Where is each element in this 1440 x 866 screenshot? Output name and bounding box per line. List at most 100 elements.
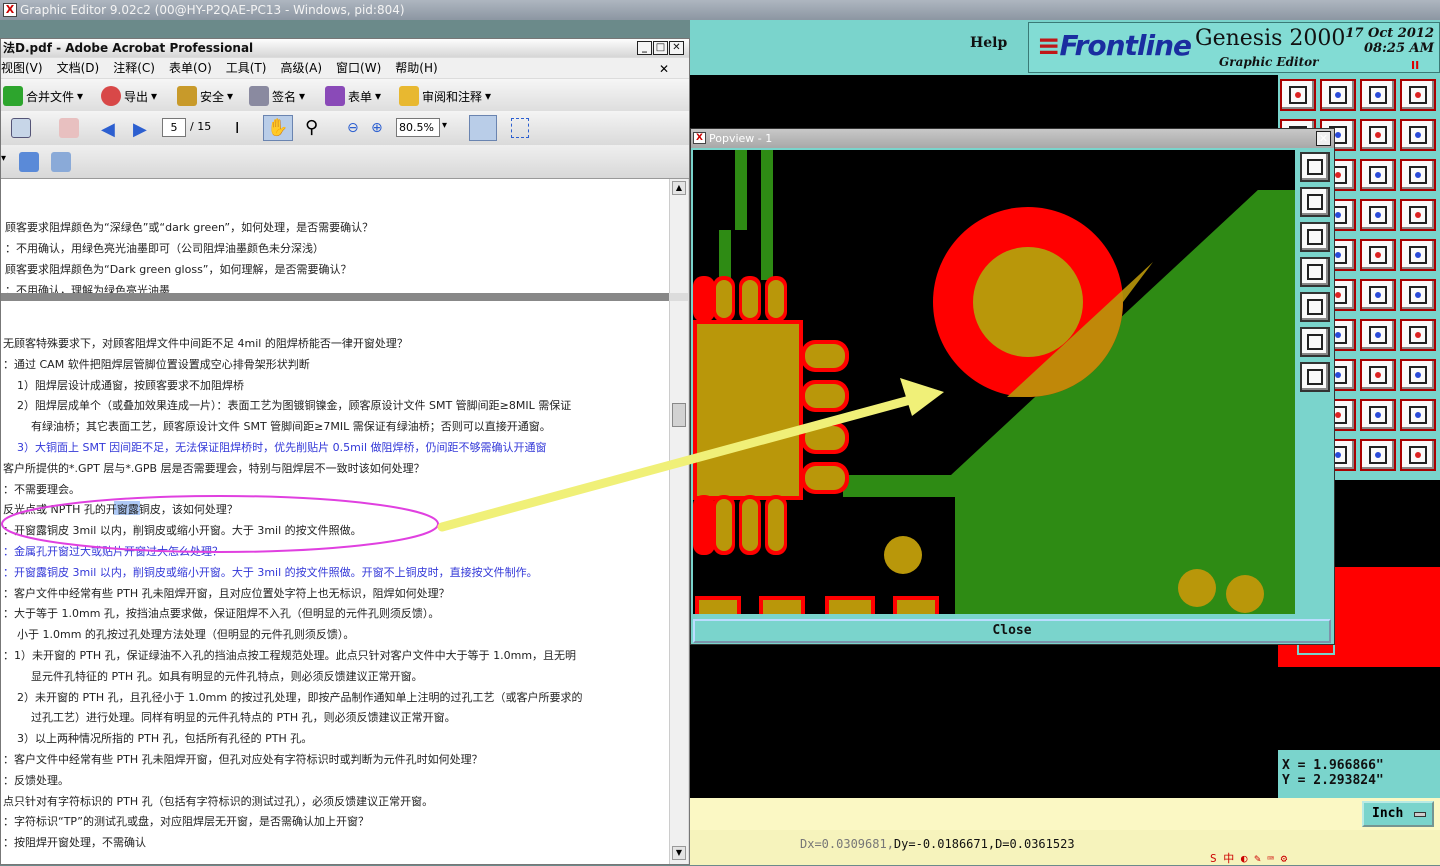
sign-button[interactable]: 签名 ▾ xyxy=(249,86,305,106)
pop-in-icon[interactable] xyxy=(1300,257,1330,287)
menu-item[interactable]: 工具(T) xyxy=(226,61,267,75)
help-icon[interactable] xyxy=(1400,159,1436,191)
frontline-lines-icon: ≡ xyxy=(1037,29,1060,62)
popview-title: Popview - 1 xyxy=(709,132,773,145)
pad-icon[interactable] xyxy=(1400,199,1436,231)
next-page-icon[interactable]: ▶ xyxy=(133,119,147,140)
save-icon[interactable] xyxy=(1320,79,1356,111)
pages-icon[interactable] xyxy=(51,152,71,172)
forms-button[interactable]: 表单 ▾ xyxy=(325,86,381,106)
via-1 xyxy=(884,536,922,574)
review-button[interactable]: 审阅和注释 ▾ xyxy=(399,86,491,106)
popview-close-button[interactable]: Close xyxy=(693,619,1331,643)
zoom-level-input[interactable]: 80.5% xyxy=(396,118,440,137)
shape-icon[interactable] xyxy=(1360,319,1396,351)
scroll-down-icon: ▼ xyxy=(672,846,686,860)
minimize-button[interactable]: _ xyxy=(637,41,652,55)
main-window-title-bar: X Graphic Editor 9.02c2 (00@HY-P2QAE-PC1… xyxy=(0,0,1440,20)
menu-item[interactable]: 帮助(H) xyxy=(395,61,437,75)
save-icon[interactable] xyxy=(1400,359,1436,391)
mirror-icon[interactable] xyxy=(1360,279,1396,311)
pop-pan-icon[interactable] xyxy=(1300,362,1330,392)
zoom-tool-icon[interactable]: ⚲ xyxy=(305,117,318,138)
upper-scrollbar[interactable]: ▲ xyxy=(669,179,688,293)
doc-text-line: ：开窗露铜皮 3mil 以内，削铜皮或缩小开窗。大于 3mil 的按文件照做。 xyxy=(3,524,362,538)
maximize-button[interactable]: □ xyxy=(653,41,668,55)
layer-icon[interactable] xyxy=(1400,119,1436,151)
cut-icon[interactable] xyxy=(1400,239,1436,271)
popview-title-bar: X Popview - 1 ✕ xyxy=(691,129,1334,148)
main-scrollbar[interactable]: ▼ xyxy=(669,301,688,864)
bookmark-icon[interactable] xyxy=(19,152,39,172)
fit-page-icon[interactable] xyxy=(469,115,497,141)
pause-icon[interactable]: II xyxy=(1411,59,1419,72)
doc-text-line: ：不用确认，用绿色亮光油墨即可（公司阻焊油墨颜色未分深浅） xyxy=(5,242,324,255)
units-button[interactable]: Inch xyxy=(1362,801,1434,827)
merge-files-button[interactable]: 合并文件 ▾ xyxy=(3,86,83,106)
hand-tool-icon[interactable]: ✋ xyxy=(263,115,293,141)
export-button[interactable]: 导出 ▾ xyxy=(101,86,157,106)
security-button[interactable]: 安全 ▾ xyxy=(177,86,233,106)
genesis-command-bar[interactable]: Inch xyxy=(690,798,1440,830)
pop-zoom-icon[interactable] xyxy=(1300,327,1330,357)
zoom-dropdown-icon[interactable]: ▾ xyxy=(442,120,447,131)
popview-close-icon[interactable]: ✕ xyxy=(1316,131,1331,146)
acrobat-title-bar: 法D.pdf - Adobe Acrobat Professional _ □ … xyxy=(1,39,689,57)
move-icon[interactable] xyxy=(1360,399,1396,431)
doc-text-line: ：开窗露铜皮 3mil 以内，削铜皮或缩小开窗。大于 3mil 的按文件照做。开… xyxy=(3,565,538,579)
copy-icon[interactable] xyxy=(1400,399,1436,431)
clock-date: 17 Oct 2012 xyxy=(1345,26,1434,41)
select-icon[interactable] xyxy=(1360,439,1396,471)
window-icon[interactable] xyxy=(1400,79,1436,111)
status-measure: Dy=-0.0186671,D=0.0361523 xyxy=(893,837,1075,851)
rotate-icon[interactable] xyxy=(1360,119,1396,151)
help-button[interactable]: Help xyxy=(970,35,1007,51)
ime-toolbar-icon[interactable]: S 中 ◐ ✎ ⌨ ⚙ xyxy=(1210,850,1287,865)
full-screen-icon[interactable] xyxy=(511,118,529,138)
doc-text-line: 顾客要求阻焊颜色为“深绿色”或“dark green”，如何处理，是否需要确认？ xyxy=(5,221,374,234)
scale-icon[interactable] xyxy=(1360,159,1396,191)
genesis-header: Help ≡Frontline Genesis 2000 Graphic Edi… xyxy=(690,20,1440,75)
status-measure-cut: Dx=0.0309681, xyxy=(800,837,894,851)
page-number-input[interactable]: 5 xyxy=(162,118,186,137)
stretch-icon[interactable] xyxy=(1400,279,1436,311)
netlist-icon[interactable] xyxy=(1360,199,1396,231)
measure-icon[interactable] xyxy=(1400,439,1436,471)
prev-page-icon[interactable]: ◀ xyxy=(101,119,115,140)
menu-item[interactable]: 表单(O) xyxy=(169,61,212,75)
menu-item[interactable]: 高级(A) xyxy=(280,61,322,75)
popview-window: X Popview - 1 ✕ Close xyxy=(690,128,1335,645)
doc-text-line: 3）以上两种情况所指的 PTH 孔，包括所有孔径的 PTH 孔。 xyxy=(17,732,313,746)
popview-canvas[interactable] xyxy=(693,150,1295,614)
pop-import-icon[interactable] xyxy=(1300,222,1330,252)
select-text-icon[interactable]: I xyxy=(235,119,239,137)
doc-text-line: 点只针对有字符标识的 PTH 孔（包括有字符标识的测试过孔），必须反馈建议正常开… xyxy=(3,794,434,808)
doc-text-line: 顾客要求阻焊颜色为“Dark green gloss”，如何理解，是否需要确认？ xyxy=(5,263,352,276)
menu-item[interactable]: 文档(D) xyxy=(57,61,100,75)
print-icon[interactable] xyxy=(59,118,79,138)
close-button[interactable]: ✕ xyxy=(669,41,684,55)
pop-out-icon[interactable] xyxy=(1300,292,1330,322)
menu-item[interactable]: 注释(C) xyxy=(113,61,155,75)
line-icon[interactable] xyxy=(1360,239,1396,271)
doc-text-line: ：不需要理会。 xyxy=(3,482,80,496)
tool-icon[interactable] xyxy=(11,118,31,138)
home-icon[interactable] xyxy=(1360,79,1396,111)
open-icon[interactable] xyxy=(1360,359,1396,391)
zoom-in-icon[interactable]: ⊕ xyxy=(371,120,383,136)
toolbar-expander-icon[interactable]: ▾ xyxy=(1,153,6,164)
document-close-icon[interactable]: ✕ xyxy=(659,59,669,79)
acrobat-title: 法D.pdf - Adobe Acrobat Professional xyxy=(3,41,254,55)
doc-text-line: 反光点或 NPTH 孔的开窗露铜皮，该如何处理？ xyxy=(3,503,238,517)
pop-export-icon[interactable] xyxy=(1300,187,1330,217)
coord-x: X = 1.966866" xyxy=(1282,758,1384,773)
pop-fit-icon[interactable] xyxy=(1300,152,1330,182)
menu-item[interactable]: 视图(V) xyxy=(1,61,43,75)
menu-item[interactable]: 窗口(W) xyxy=(336,61,381,75)
open-icon[interactable] xyxy=(1280,79,1316,111)
doc-text-line: 无顾客特殊要求下，对顾客阻焊文件中间距不足 4mil 的阻焊桥能否一律开窗处理？ xyxy=(3,337,408,350)
zoom-out-icon[interactable]: ⊖ xyxy=(347,120,359,136)
doc-text-line: 客户所提供的*.GPT 层与*.GPB 层是否需要理会，特别与阻焊层不一致时该如… xyxy=(3,461,425,475)
via-pad xyxy=(973,247,1083,357)
arrow-icon[interactable] xyxy=(1400,319,1436,351)
